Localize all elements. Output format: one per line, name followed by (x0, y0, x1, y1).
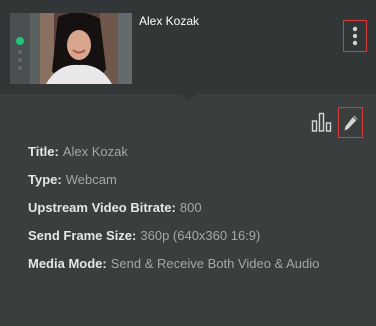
popover-pointer (181, 94, 197, 101)
detail-value: 800 (179, 200, 202, 215)
edit-button[interactable] (338, 107, 363, 138)
thumbnail-status-strip (10, 13, 30, 84)
pencil-icon (344, 115, 357, 130)
online-status-indicator (16, 37, 24, 45)
detail-value: Webcam (65, 172, 117, 187)
participant-details: Title: Alex Kozak Type: Webcam Upstream Vi… (28, 144, 319, 284)
video-preview-edge (118, 13, 132, 84)
status-dot (18, 50, 22, 54)
detail-row-media-mode: Media Mode: Send & Receive Both Video & A… (28, 256, 319, 284)
more-vertical-icon (352, 26, 358, 46)
detail-row-bitrate: Upstream Video Bitrate: 800 (28, 200, 319, 228)
participant-header: Alex Kozak (0, 0, 376, 94)
stats-button[interactable] (311, 112, 333, 132)
participant-name: Alex Kozak (139, 14, 200, 28)
bar-chart-icon (311, 112, 332, 132)
detail-label: Media Mode: (28, 256, 107, 271)
detail-row-title: Title: Alex Kozak (28, 144, 319, 172)
status-dot (18, 66, 22, 70)
more-options-button[interactable] (343, 20, 367, 52)
detail-row-type: Type: Webcam (28, 172, 319, 200)
status-dot (18, 58, 22, 62)
detail-value: Alex Kozak (62, 144, 128, 159)
detail-value: Send & Receive Both Video & Audio (110, 256, 320, 271)
detail-value: 360p (640x360 16:9) (140, 228, 261, 243)
detail-label: Title: (28, 144, 59, 159)
detail-label: Type: (28, 172, 62, 187)
participant-thumbnail[interactable] (10, 13, 132, 84)
detail-row-frame-size: Send Frame Size: 360p (640x360 16:9) (28, 228, 319, 256)
video-preview (40, 13, 118, 84)
detail-label: Send Frame Size: (28, 228, 137, 243)
detail-label: Upstream Video Bitrate: (28, 200, 176, 215)
